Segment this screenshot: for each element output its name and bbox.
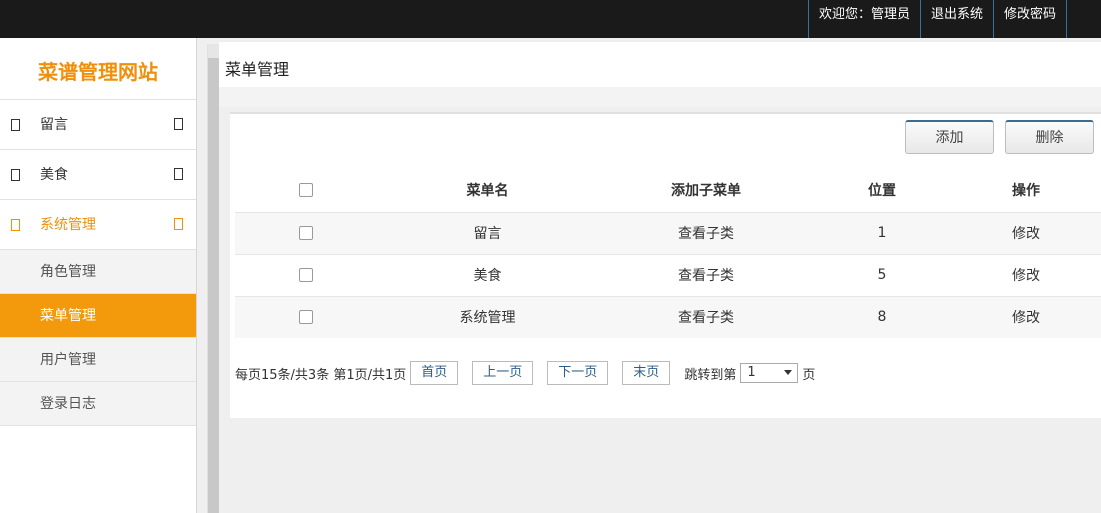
subnav-item-users[interactable]: 用户管理 [0, 338, 196, 382]
breadcrumb-bar: 菜单管理 [219, 42, 1101, 87]
sidebar-item-label: 美食 [40, 167, 68, 183]
chevron-icon [174, 168, 183, 180]
content-area: 菜单管理 添加 删除 菜单名 添加子菜单 位置 操作 留言 查看子类 1 修改 … [197, 38, 1101, 513]
sidebar-item-food[interactable]: 美食 [0, 150, 196, 200]
pagination-summary: 每页15条/共3条 第1页/共1页 [235, 367, 407, 383]
column-header-actions: 操作 [1012, 182, 1040, 199]
cell-position: 1 [813, 211, 951, 254]
table-row: 系统管理 查看子类 8 修改 [235, 295, 1101, 338]
view-subcategory-link[interactable]: 查看子类 [599, 211, 813, 254]
sidebar-item-label: 系统管理 [40, 217, 96, 233]
next-page-button[interactable]: 下一页 [547, 361, 609, 385]
table-row: 美食 查看子类 5 修改 [235, 253, 1101, 296]
edit-link[interactable]: 修改 [951, 295, 1101, 338]
delete-button[interactable]: 删除 [1005, 120, 1094, 154]
row-checkbox[interactable] [298, 268, 313, 282]
subnav-item-menus[interactable]: 菜单管理 [0, 294, 196, 338]
sidebar-item-label: 留言 [40, 117, 68, 133]
cell-position: 8 [813, 295, 951, 338]
top-links: 欢迎您：管理员 退出系统 修改密码 [807, 0, 1067, 38]
divider [219, 87, 1101, 107]
sidebar-item-messages[interactable]: 留言 [0, 100, 196, 150]
jump-label: 跳转到第 [684, 367, 737, 383]
menu-icon [11, 169, 20, 181]
page-select[interactable]: 1 [740, 363, 799, 383]
page-title: 菜单管理 [225, 60, 290, 79]
site-logo: 菜谱管理网站 [0, 38, 196, 100]
column-header-submenu: 添加子菜单 [671, 182, 741, 199]
row-checkbox-cell [235, 295, 376, 338]
view-subcategory-link[interactable]: 查看子类 [599, 295, 813, 338]
cell-position: 5 [813, 253, 951, 296]
table-row: 留言 查看子类 1 修改 [235, 211, 1101, 254]
chevron-down-icon [784, 370, 793, 375]
edit-link[interactable]: 修改 [951, 211, 1101, 254]
pagination: 每页15条/共3条 第1页/共1页 首页 上一页 下一页 末页 跳转到第 1 页 [235, 361, 815, 385]
page-select-value: 1 [747, 365, 756, 380]
subnav-item-login-log[interactable]: 登录日志 [0, 382, 196, 426]
row-checkbox[interactable] [298, 310, 313, 325]
view-subcategory-link[interactable]: 查看子类 [599, 253, 813, 296]
menu-list-panel: 添加 删除 菜单名 添加子菜单 位置 操作 留言 查看子类 1 修改 美食 查看… [230, 112, 1101, 418]
row-checkbox-cell [235, 211, 376, 254]
scrollbar[interactable] [207, 44, 220, 513]
prev-page-button[interactable]: 上一页 [472, 361, 534, 385]
chevron-icon [174, 118, 183, 130]
row-checkbox-cell [235, 253, 376, 296]
sidebar-subnav: 角色管理 菜单管理 用户管理 登录日志 [0, 250, 196, 426]
menu-table: 菜单名 添加子菜单 位置 操作 留言 查看子类 1 修改 美食 查看子类 5 修… [235, 168, 1101, 338]
column-header-position: 位置 [868, 182, 896, 199]
row-checkbox[interactable] [298, 226, 313, 240]
menu-icon [11, 219, 20, 231]
chevron-icon [174, 218, 183, 230]
add-button[interactable]: 添加 [905, 120, 994, 154]
first-page-button[interactable]: 首页 [410, 361, 459, 385]
table-header-row: 菜单名 添加子菜单 位置 操作 [235, 168, 1101, 212]
logout-link[interactable]: 退出系统 [919, 0, 993, 38]
cell-name: 留言 [376, 211, 599, 254]
select-all-checkbox[interactable] [298, 182, 313, 197]
menu-icon [11, 119, 20, 131]
select-all-cell [235, 168, 376, 212]
welcome-user-link[interactable]: 欢迎您：管理员 [807, 0, 920, 38]
cell-name: 美食 [376, 253, 599, 296]
edit-link[interactable]: 修改 [951, 253, 1101, 296]
jump-suffix: 页 [802, 367, 816, 383]
top-bar: 欢迎您：管理员 退出系统 修改密码 [0, 0, 1101, 38]
cell-name: 系统管理 [376, 295, 599, 338]
last-page-button[interactable]: 末页 [622, 361, 671, 385]
change-password-link[interactable]: 修改密码 [992, 0, 1067, 38]
sidebar-item-system[interactable]: 系统管理 [0, 200, 196, 250]
sidebar: 菜谱管理网站 留言 美食 系统管理 角色管理 菜单管理 用户管理 登录日志 [0, 38, 197, 513]
subnav-item-roles[interactable]: 角色管理 [0, 250, 196, 294]
column-header-name: 菜单名 [466, 182, 509, 199]
